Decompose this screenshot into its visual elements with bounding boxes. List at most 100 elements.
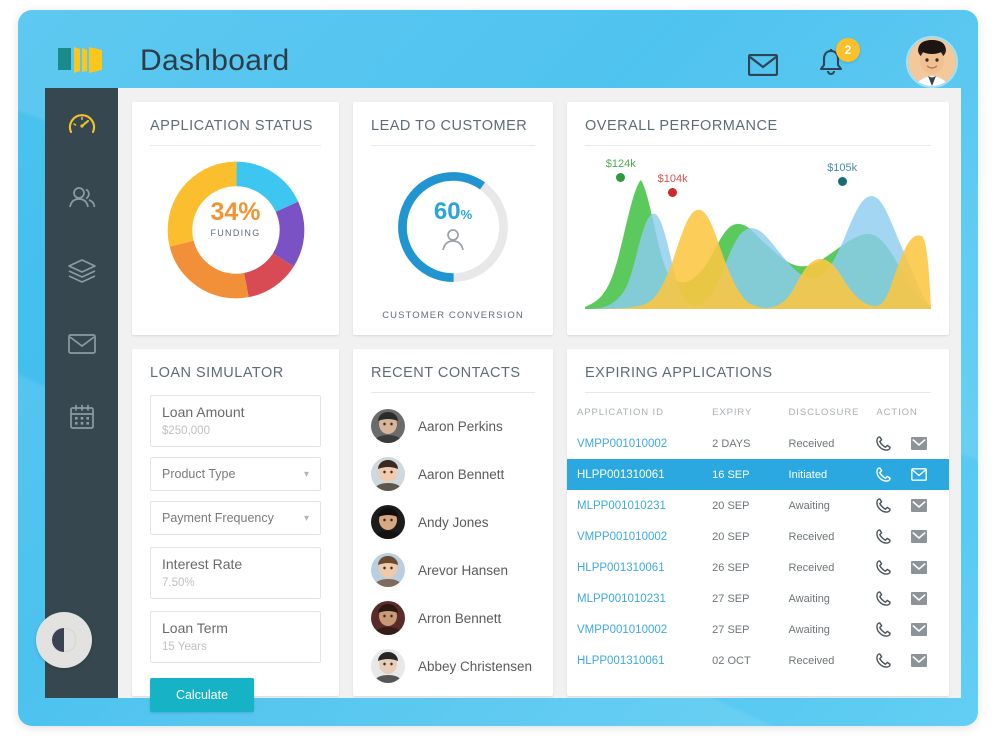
card-expiring-applications: EXPIRING APPLICATIONS APPLICATION ID EXP…: [567, 349, 949, 696]
phone-icon[interactable]: [876, 529, 892, 544]
sidebar-item-calendar[interactable]: [45, 380, 118, 453]
table-row[interactable]: VMPP001010002 20 SEP Received: [567, 521, 949, 552]
table-row[interactable]: HLPP001310061 16 SEP Initiated: [567, 459, 949, 490]
card-application-status: APPLICATION STATUS 34% FUNDING: [132, 102, 339, 335]
layers-icon: [67, 258, 96, 283]
payment-frequency-select[interactable]: Payment Frequency ▾: [150, 501, 321, 535]
envelope-icon: [67, 333, 96, 354]
column-header: APPLICATION ID: [577, 407, 664, 418]
envelope-icon[interactable]: [911, 468, 928, 481]
table-row[interactable]: MLPP001010231 27 SEP Awaiting: [567, 583, 949, 614]
interest-rate-field[interactable]: Interest Rate 7.50%: [150, 547, 321, 599]
notification-badge: 2: [836, 38, 860, 62]
column-header: EXPIRY: [712, 407, 753, 418]
card-title: RECENT CONTACTS: [371, 365, 535, 393]
expiry-cell: 26 SEP: [712, 561, 750, 574]
phone-icon[interactable]: [876, 653, 892, 668]
contact-name: Andy Jones: [418, 514, 489, 530]
envelope-icon[interactable]: [911, 654, 928, 667]
list-item[interactable]: Andy Jones: [371, 505, 535, 539]
expiry-cell: 16 SEP: [712, 468, 750, 481]
sidebar-item-messages[interactable]: [45, 307, 118, 380]
expiring-applications-table: APPLICATION ID EXPIRY DISCLOSURE ACTION …: [567, 403, 949, 676]
contrast-icon: [52, 628, 76, 652]
card-recent-contacts: RECENT CONTACTS Aaron Perkins Aaron Benne…: [353, 349, 553, 696]
application-id-cell[interactable]: HLPP001310061: [567, 552, 712, 583]
contact-name: Abbey Christensen: [418, 658, 533, 674]
percent-unit: %: [460, 206, 473, 222]
application-id-cell[interactable]: VMPP001010002: [567, 521, 712, 552]
card-title: LOAN SIMULATOR: [150, 365, 284, 381]
top-bar: Dashboard 2: [18, 10, 978, 88]
theme-toggle-button[interactable]: [36, 612, 92, 668]
sidebar-item-layers[interactable]: [45, 234, 118, 307]
contact-name: Aaron Bennett: [418, 466, 505, 482]
phone-icon[interactable]: [876, 436, 892, 451]
phone-icon[interactable]: [876, 467, 892, 482]
list-item[interactable]: Arevor Hansen: [371, 553, 535, 587]
envelope-icon[interactable]: [911, 592, 928, 605]
field-value: 7.50%: [162, 577, 195, 589]
table-row[interactable]: MLPP001010231 20 SEP Awaiting: [567, 490, 949, 521]
sidebar: [36, 88, 118, 698]
contact-name: Aaron Perkins: [418, 418, 503, 434]
field-value: $250,000: [162, 425, 210, 437]
disclosure-cell: Received: [788, 654, 835, 667]
application-id-cell[interactable]: VMPP001010002: [567, 614, 712, 645]
table-row[interactable]: HLPP001310061 26 SEP Received: [567, 552, 949, 583]
mail-icon[interactable]: [747, 53, 779, 81]
application-id-cell[interactable]: MLPP001010231: [567, 490, 712, 521]
field-label: Loan Term: [162, 620, 228, 636]
list-item[interactable]: Aaron Bennett: [371, 457, 535, 491]
calculate-button[interactable]: Calculate: [150, 678, 254, 712]
list-item[interactable]: Aaron Perkins: [371, 409, 535, 443]
disclosure-cell: Awaiting: [788, 623, 830, 636]
list-item[interactable]: Arron Bennett: [371, 601, 535, 635]
table-row[interactable]: VMPP001010002 27 SEP Awaiting: [567, 614, 949, 645]
expiry-cell: 27 SEP: [712, 592, 750, 605]
envelope-icon[interactable]: [911, 623, 928, 636]
users-icon: [68, 186, 95, 207]
field-value: 15 Years: [162, 641, 207, 653]
envelope-icon[interactable]: [911, 530, 928, 543]
disclosure-cell: Initiated: [788, 468, 828, 481]
chevron-down-icon: ▾: [303, 468, 309, 480]
envelope-icon[interactable]: [911, 499, 928, 512]
table-header-row: APPLICATION ID EXPIRY DISCLOSURE ACTION: [567, 403, 949, 428]
expiry-cell: 2 DAYS: [712, 437, 751, 450]
performance-annotation: $124k: [606, 158, 636, 183]
logo-bars[interactable]: [58, 46, 114, 74]
disclosure-cell: Awaiting: [788, 592, 830, 605]
conversion-percent: 60: [433, 197, 461, 225]
avatar: [371, 601, 405, 635]
application-id-cell[interactable]: MLPP001010231: [567, 583, 712, 614]
product-type-select[interactable]: Product Type ▾: [150, 457, 321, 491]
loan-amount-field[interactable]: Loan Amount $250,000: [150, 395, 321, 447]
phone-icon[interactable]: [876, 622, 892, 637]
table-row[interactable]: HLPP001310061 02 OCT Received: [567, 645, 949, 676]
sidebar-item-dashboard[interactable]: [45, 88, 118, 161]
field-label: Loan Amount: [162, 404, 245, 420]
table-row[interactable]: VMPP001010002 2 DAYS Received: [567, 428, 949, 459]
user-avatar[interactable]: [906, 36, 958, 88]
card-title: LEAD TO CUSTOMER: [371, 118, 535, 146]
performance-chart: $124k $104k $105k: [585, 152, 931, 312]
avatar: [371, 409, 405, 443]
person-icon: [442, 228, 464, 250]
sidebar-item-users[interactable]: [45, 161, 118, 234]
expiry-cell: 20 SEP: [712, 530, 750, 543]
envelope-icon[interactable]: [911, 437, 928, 450]
app-window: Dashboard 2 APPLICATION STATUS 34% FUNDI…: [18, 10, 978, 726]
notifications-button[interactable]: 2: [818, 38, 860, 83]
loan-term-field[interactable]: Loan Term 15 Years: [150, 611, 321, 663]
expiry-cell: 02 OCT: [712, 654, 751, 667]
application-id-cell[interactable]: VMPP001010002: [567, 428, 712, 459]
list-item[interactable]: Abbey Christensen: [371, 649, 535, 683]
phone-icon[interactable]: [876, 498, 892, 513]
application-id-cell[interactable]: HLPP001310061: [567, 645, 712, 676]
card-title: OVERALL PERFORMANCE: [585, 118, 931, 146]
phone-icon[interactable]: [876, 560, 892, 575]
application-id-cell[interactable]: HLPP001310061: [567, 459, 712, 490]
phone-icon[interactable]: [876, 591, 892, 606]
envelope-icon[interactable]: [911, 561, 928, 574]
